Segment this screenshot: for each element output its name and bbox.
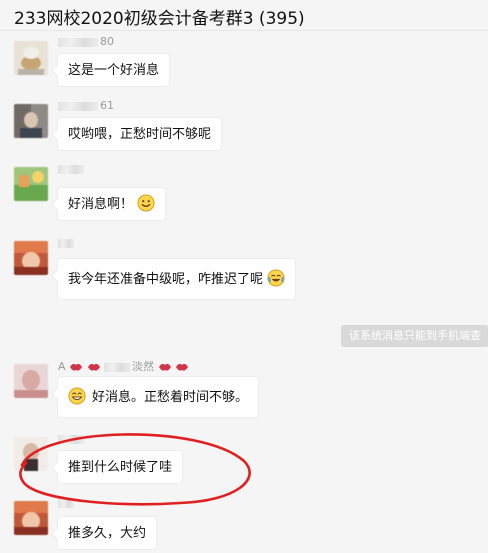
avatar[interactable] <box>14 437 48 471</box>
blurred-name <box>58 498 74 508</box>
message-bubble[interactable]: 好消息。正愁着时间不够。 <box>57 376 260 418</box>
sender-name: A 淡然 <box>58 358 189 374</box>
sender-name <box>58 162 86 175</box>
avatar-image <box>14 104 48 138</box>
avatar[interactable] <box>14 501 48 535</box>
sender-name: 61 <box>58 99 114 112</box>
avatar-image <box>14 167 48 201</box>
sender-name-middle: 淡然 <box>132 360 155 373</box>
message-bubble[interactable]: 好消息啊！ <box>57 187 167 221</box>
lips-icon <box>87 363 100 371</box>
avatar-image <box>14 241 48 275</box>
smile-emoji-icon <box>137 194 155 212</box>
avatar[interactable] <box>14 364 48 398</box>
lips-icon <box>70 363 83 371</box>
avatar-image <box>14 437 48 471</box>
avatar[interactable] <box>14 241 48 275</box>
avatar-image <box>14 364 48 398</box>
sender-name-suffix: 61 <box>100 99 114 112</box>
message-text: 这是一个好消息 <box>68 63 160 78</box>
laugh-cry-emoji-icon <box>267 269 285 287</box>
sender-name-prefix: A <box>58 360 66 373</box>
blurred-name <box>58 434 84 444</box>
avatar-image <box>14 501 48 535</box>
chat-header: 233网校2020初级会计备考群3 (395) <box>0 0 488 31</box>
chat-title: 233网校2020初级会计备考群3 (395) <box>14 9 305 29</box>
message-text: 好消息。正愁着时间不够。 <box>92 390 249 405</box>
message-bubble[interactable]: 我今年还准备中级呢，咋推迟了呢 <box>57 258 297 300</box>
avatar[interactable] <box>14 41 48 75</box>
avatar[interactable] <box>14 167 48 201</box>
message-text: 我今年还准备中级呢，咋推迟了呢 <box>68 272 264 287</box>
lips-icon <box>158 363 171 371</box>
lips-icon <box>176 363 189 371</box>
blurred-name <box>58 238 74 248</box>
grin-emoji-icon <box>68 387 86 405</box>
sender-name <box>58 432 86 445</box>
message-bubble[interactable]: 推到什么时候了哇 <box>57 450 184 484</box>
avatar-image <box>14 41 48 75</box>
system-notice: 该系统消息只能到手机端查 <box>341 325 488 347</box>
sender-name <box>58 236 76 249</box>
message-text: 推多久，大约 <box>68 526 147 541</box>
avatar[interactable] <box>14 104 48 138</box>
sender-name-suffix: 80 <box>100 35 114 48</box>
blurred-name <box>104 362 131 372</box>
sender-name: 80 <box>58 35 114 48</box>
message-bubble[interactable]: 哎哟喂，正愁时间不够呢 <box>57 117 223 151</box>
message-bubble[interactable]: 推多久，大约 <box>57 516 158 550</box>
message-text: 推到什么时候了哇 <box>68 460 173 475</box>
message-text: 好消息啊！ <box>68 197 134 212</box>
message-bubble[interactable]: 这是一个好消息 <box>57 53 171 87</box>
message-list[interactable]: 80 这是一个好消息 61 哎哟喂，正愁时间不够呢 好消息啊！ 我今年还准备中级… <box>0 31 488 553</box>
sender-name <box>58 496 76 509</box>
message-text: 哎哟喂，正愁时间不够呢 <box>68 127 212 142</box>
blurred-name <box>58 101 98 111</box>
blurred-name <box>58 37 98 47</box>
blurred-name <box>58 164 84 174</box>
